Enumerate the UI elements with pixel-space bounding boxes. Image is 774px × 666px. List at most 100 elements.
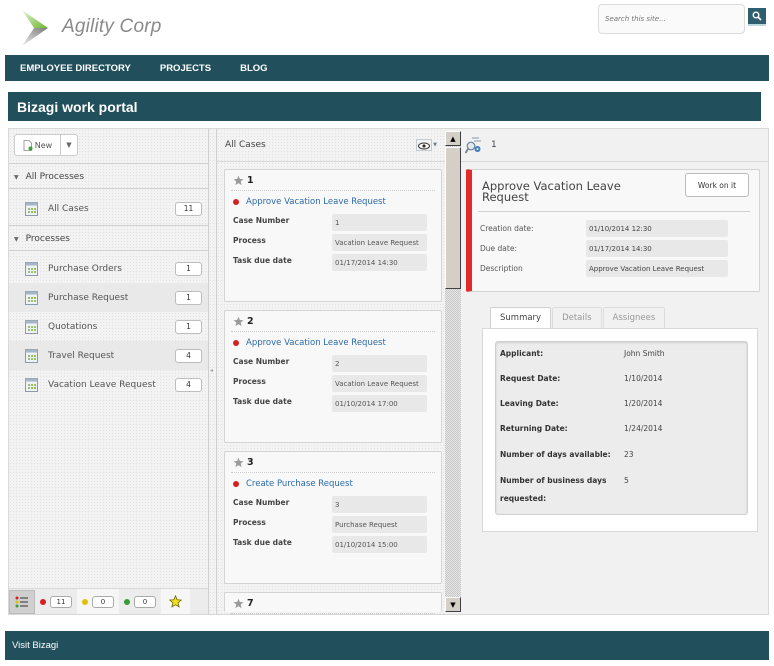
sidebar-item-process[interactable]: Vacation Leave Request 4 (9, 370, 208, 399)
work-on-it-button[interactable]: Work on it (685, 173, 749, 197)
field-value: 01/10/2014 17:00 (332, 395, 427, 412)
process-row: Process Vacation Leave Request (233, 234, 441, 254)
site-search[interactable] (598, 4, 745, 34)
collapse-arrow-icon[interactable]: ◂ (210, 367, 213, 374)
summary-value: John Smith (624, 349, 665, 358)
new-case-button[interactable]: New ▼ (14, 134, 78, 156)
field-value: 01/10/2014 12:30 (586, 220, 728, 237)
processes-header[interactable]: ▼ Processes (9, 225, 208, 251)
tab-assignees[interactable]: Assignees (602, 307, 666, 328)
calendar-icon (25, 291, 38, 305)
case-card[interactable]: 3 Create Purchase Request Case Number 3 Proc… (224, 451, 442, 584)
summary-value: 5 (624, 476, 629, 485)
red-status-dot-icon (233, 340, 239, 346)
favorite-star-icon[interactable] (233, 175, 244, 186)
view-options-button[interactable]: ▼ (416, 139, 437, 151)
case-card[interactable]: 1 Approve Vacation Leave Request Case Numb… (224, 169, 442, 302)
task-name[interactable]: Create Purchase Request (246, 479, 353, 489)
red-status-dot-icon (40, 598, 46, 605)
filter-on-time[interactable]: 0 (119, 589, 161, 614)
due-date-row: Due date: 01/17/2014 14:30 (480, 240, 728, 257)
new-dropdown-caret-icon[interactable]: ▼ (61, 141, 77, 149)
nav-blog[interactable]: BLOG (240, 63, 267, 74)
nav-employee-directory[interactable]: EMPLOYEE DIRECTORY (20, 63, 131, 74)
calendar-icon (25, 262, 38, 276)
process-label: Purchase Orders (48, 263, 122, 274)
summary-box: Applicant: John Smith Request Date: 1/10/2… (495, 341, 748, 515)
panel-splitter[interactable]: ◂ (208, 129, 217, 614)
task-name[interactable]: Approve Vacation Leave Request (246, 338, 386, 348)
search-button[interactable] (748, 8, 766, 26)
tab-summary[interactable]: Summary (490, 307, 552, 329)
sidebar-item-process[interactable]: Purchase Orders 1 (9, 254, 208, 283)
case-id: 3 (247, 456, 254, 468)
collapse-triangle-icon: ▼ (14, 236, 19, 243)
field-label: Creation date: (480, 224, 534, 233)
process-label: Travel Request (48, 350, 115, 361)
favorite-star-icon[interactable] (233, 316, 244, 327)
task-divider (478, 211, 750, 212)
list-view-button[interactable] (9, 589, 35, 614)
new-button-main[interactable]: New (15, 135, 61, 155)
field-label: Case Number (233, 498, 290, 507)
due-date-row: Task due date 01/17/2014 14:30 (233, 254, 441, 274)
case-task-link[interactable]: Create Purchase Request (233, 479, 441, 489)
field-label: Case Number (233, 357, 290, 366)
scroll-thumb[interactable] (445, 147, 461, 289)
task-card: Approve Vacation Leave Request Work on i… (466, 169, 760, 292)
case-id: 7 (247, 597, 254, 609)
case-card-header: 3 (231, 452, 435, 473)
sidebar-item-process[interactable]: Quotations 1 (9, 312, 208, 341)
field-value: 3 (332, 496, 427, 513)
field-value: Approve Vacation Leave Request (586, 260, 728, 277)
case-card[interactable]: 2 Approve Vacation Leave Request Case Numb… (224, 310, 442, 443)
case-task-link[interactable]: Approve Vacation Leave Request (233, 338, 441, 348)
field-label: Process (233, 377, 266, 386)
filter-favorites[interactable] (161, 589, 190, 614)
summary-label: Applicant: (500, 349, 544, 358)
calendar-icon (25, 349, 38, 363)
on-time-count: 0 (134, 595, 156, 608)
detail-tabs: Summary Details Assignees (490, 307, 666, 329)
summary-label: Number of days available: (500, 450, 611, 459)
task-name[interactable]: Approve Vacation Leave Request (246, 197, 386, 207)
scroll-up-button[interactable]: ▲ (445, 131, 461, 146)
favorite-star-icon[interactable] (233, 457, 244, 468)
summary-row: Leaving Date: 1/20/2014 (500, 395, 662, 413)
sidebar-item-all-cases[interactable]: All Cases 11 (9, 194, 208, 223)
field-value: Purchase Request (332, 516, 427, 533)
processes-label: Processes (25, 234, 70, 244)
process-label: Vacation Leave Request (48, 379, 156, 390)
due-date-row: Task due date 01/10/2014 15:00 (233, 536, 441, 556)
process-row: Process Vacation Leave Request (233, 375, 441, 395)
field-label: Process (233, 236, 266, 245)
filter-due-soon[interactable]: 0 (77, 589, 119, 614)
case-number-row: Case Number 1 (233, 214, 441, 234)
sidebar-item-process[interactable]: Travel Request 4 (9, 341, 208, 370)
summary-label: Request Date: (500, 374, 561, 383)
visit-bizagi-link[interactable]: Visit Bizagi (5, 631, 769, 660)
filter-overdue[interactable]: 11 (35, 589, 77, 614)
sidebar-item-process[interactable]: Purchase Request 1 (9, 283, 208, 312)
cases-scrollbar[interactable]: ▲ ▼ (445, 131, 461, 612)
search-input[interactable] (599, 5, 744, 33)
case-task-link[interactable]: Approve Vacation Leave Request (233, 197, 441, 207)
scroll-down-button[interactable]: ▼ (445, 597, 461, 612)
process-panel: New ▼ ▼ All Processes All Cases 11 ▼ Proce… (9, 129, 208, 614)
calendar-icon (25, 202, 38, 216)
tab-details[interactable]: Details (552, 307, 602, 328)
eye-icon (416, 139, 433, 151)
creation-date-row: Creation date: 01/10/2014 12:30 (480, 220, 728, 237)
overdue-count: 11 (50, 595, 72, 608)
all-processes-header[interactable]: ▼ All Processes (9, 163, 208, 189)
process-count: 1 (175, 261, 202, 276)
case-card-header: 7 (231, 593, 435, 614)
nav-projects[interactable]: PROJECTS (160, 63, 211, 74)
list-icon (15, 596, 28, 607)
case-card[interactable]: 7 (224, 592, 442, 614)
cases-panel: All Cases ▼ 1 Approve Vacation Leave Requ… (217, 129, 445, 614)
all-cases-label: All Cases (48, 203, 89, 214)
top-navigation: EMPLOYEE DIRECTORY PROJECTS BLOG (5, 55, 769, 81)
summary-value: 1/20/2014 (624, 399, 663, 408)
favorite-star-icon[interactable] (233, 598, 244, 609)
